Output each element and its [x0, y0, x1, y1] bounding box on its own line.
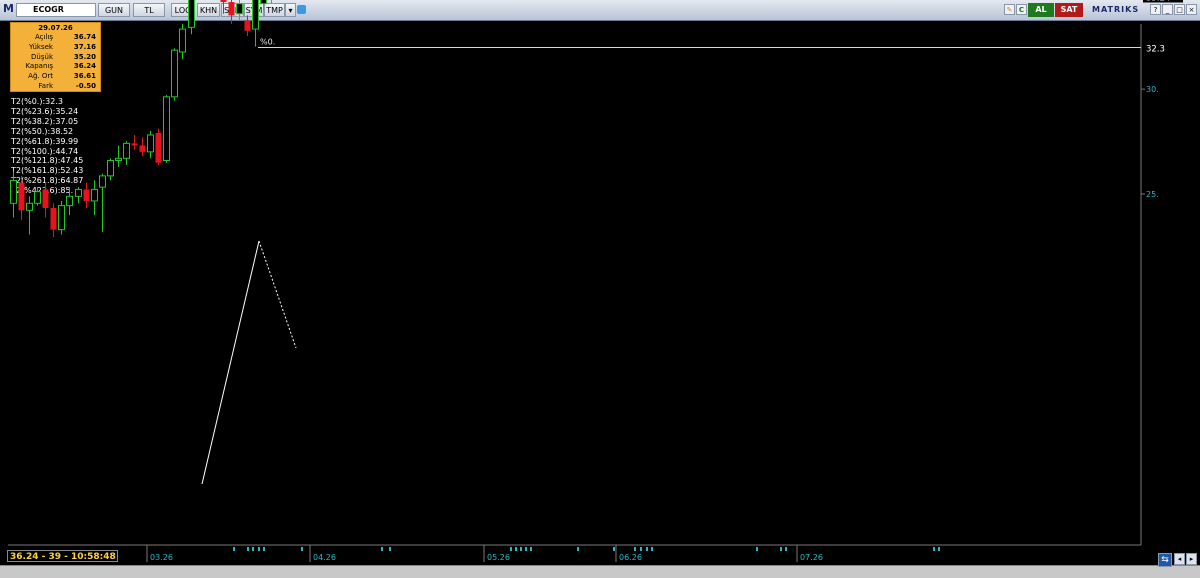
- event-marker: [780, 547, 782, 551]
- event-marker: [233, 547, 235, 551]
- candle-body: [58, 205, 65, 231]
- y-tick-label: 25.: [1146, 190, 1159, 199]
- event-marker: [646, 547, 648, 551]
- candle-body: [252, 0, 259, 30]
- candle-body: [18, 182, 25, 211]
- candle-body: [91, 188, 98, 202]
- candle-body: [42, 189, 49, 208]
- candle-body: [50, 207, 57, 230]
- event-marker: [258, 547, 260, 551]
- candle-body: [179, 28, 186, 53]
- event-marker: [756, 547, 758, 551]
- fib-price-label: 32.3: [1146, 45, 1165, 55]
- event-marker: [938, 547, 940, 551]
- event-marker: [301, 547, 303, 551]
- event-marker: [515, 547, 517, 551]
- event-marker: [530, 547, 532, 551]
- candlestick-chart[interactable]: 25.30.45.50.03.2604.2605.2606.2607.26%16…: [0, 0, 1200, 577]
- candle-body: [139, 145, 146, 152]
- x-tick-label: 07.26: [800, 553, 823, 562]
- candle-body: [188, 0, 195, 28]
- candle-body: [75, 188, 82, 197]
- candle-body: [171, 49, 178, 98]
- event-marker: [933, 547, 935, 551]
- event-marker: [640, 547, 642, 551]
- candle-body: [244, 20, 251, 31]
- candle-body: [131, 143, 138, 146]
- status-readout: 36.24 - 39 - 10:58:48: [7, 550, 118, 562]
- candle-body: [66, 195, 73, 207]
- candle-body: [34, 191, 41, 204]
- x-tick-label: 03.26: [150, 553, 173, 562]
- candle-body: [155, 132, 162, 163]
- event-marker: [785, 547, 787, 551]
- scroll-right-icon[interactable]: ▸: [1186, 553, 1197, 565]
- event-marker: [525, 547, 527, 551]
- candle-body: [260, 0, 267, 5]
- event-marker: [247, 547, 249, 551]
- x-tick-label: 04.26: [313, 553, 336, 562]
- candle-body: [123, 142, 130, 159]
- sync-icon[interactable]: ⇆: [1158, 553, 1172, 567]
- x-tick-label: 06.26: [619, 553, 642, 562]
- event-marker: [381, 547, 383, 551]
- candle-body: [10, 179, 17, 204]
- fib-anchor-line: [201, 240, 260, 485]
- candle-body: [99, 175, 106, 188]
- candle-body: [115, 157, 122, 161]
- candle-body: [26, 202, 33, 211]
- y-tick-label: 30.: [1146, 85, 1159, 94]
- fib-price-label: 35.24: [1146, 0, 1170, 4]
- event-marker: [263, 547, 265, 551]
- candle-body: [147, 134, 154, 153]
- event-marker: [389, 547, 391, 551]
- candle-body: [107, 159, 114, 177]
- event-marker: [510, 547, 512, 551]
- event-marker: [252, 547, 254, 551]
- event-marker: [577, 547, 579, 551]
- candle-body: [220, 0, 227, 3]
- event-marker: [651, 547, 653, 551]
- event-marker: [613, 547, 615, 551]
- event-marker: [520, 547, 522, 551]
- fib-anchor-line: [258, 240, 297, 349]
- fib-level-label: %0.: [260, 38, 275, 47]
- scroll-left-icon[interactable]: ◂: [1174, 553, 1185, 565]
- event-marker: [634, 547, 636, 551]
- candle-body: [83, 189, 90, 201]
- x-tick-label: 05.26: [487, 553, 510, 562]
- candle-body: [163, 96, 170, 161]
- candle-body: [236, 3, 243, 15]
- candle-body: [228, 2, 235, 16]
- bottom-bar: [0, 565, 1200, 578]
